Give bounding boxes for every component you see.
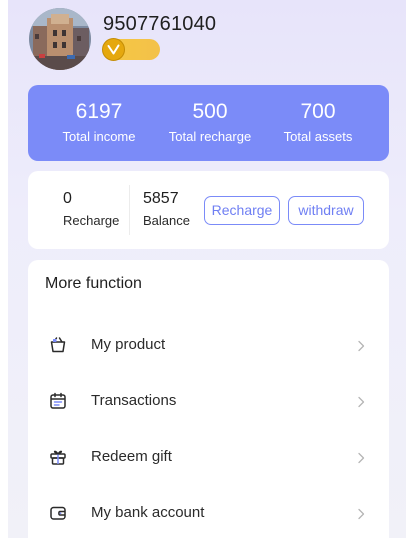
menu-item-my-product[interactable]: My product — [28, 318, 389, 374]
withdraw-button[interactable]: withdraw — [288, 196, 364, 225]
stat-label: Total income — [62, 129, 136, 144]
more-function-card: More function My product Transactions Re… — [28, 260, 389, 538]
vip-badge — [102, 38, 160, 61]
recharge-summary: 0 Recharge — [63, 189, 119, 230]
wallet-icon — [50, 506, 66, 520]
basket-icon — [50, 337, 66, 353]
recharge-label: Recharge — [63, 213, 120, 228]
stat-total-recharge: 500 Total recharge — [159, 100, 261, 146]
balance-summary: 5857 Balance — [143, 189, 190, 230]
menu-item-label: My bank account — [91, 504, 205, 521]
gift-icon — [50, 450, 66, 465]
stat-value: 6197 — [75, 100, 123, 123]
divider — [129, 185, 130, 235]
stat-total-income: 6197 Total income — [48, 100, 150, 146]
balance-label: Balance — [143, 213, 190, 228]
stat-label: Total assets — [283, 129, 353, 144]
balance-value: 5857 — [143, 190, 179, 207]
balance-card: 0 Recharge 5857 Balance Recharge withdra… — [28, 171, 389, 249]
calendar-icon — [50, 392, 66, 409]
recharge-value: 0 — [63, 190, 72, 207]
stat-total-assets: 700 Total assets — [267, 100, 369, 146]
menu-item-label: My product — [91, 336, 166, 353]
menu-item-redeem-gift[interactable]: Redeem gift — [28, 430, 389, 486]
stats-card: 6197 Total income 500 Total recharge 700… — [28, 85, 389, 161]
stat-label: Total recharge — [168, 129, 252, 144]
chevron-right-icon — [358, 452, 365, 464]
section-title: More function — [45, 275, 142, 292]
menu-item-bank-account[interactable]: My bank account — [28, 486, 389, 538]
menu-item-transactions[interactable]: Transactions — [28, 374, 389, 430]
avatar-image — [29, 8, 91, 70]
avatar[interactable] — [29, 8, 91, 70]
menu-item-label: Redeem gift — [91, 448, 172, 465]
stat-value: 500 — [192, 100, 228, 123]
phone-number: 9507761040 — [103, 13, 217, 35]
chevron-right-icon — [358, 396, 365, 408]
recharge-button[interactable]: Recharge — [204, 196, 280, 225]
stat-value: 700 — [300, 100, 336, 123]
chevron-right-icon — [358, 508, 365, 520]
vip-check-icon — [102, 38, 125, 61]
account-page: 9507761040 6197 Total income 500 Total r… — [8, 0, 406, 538]
chevron-right-icon — [358, 340, 365, 352]
menu-item-label: Transactions — [91, 392, 177, 409]
